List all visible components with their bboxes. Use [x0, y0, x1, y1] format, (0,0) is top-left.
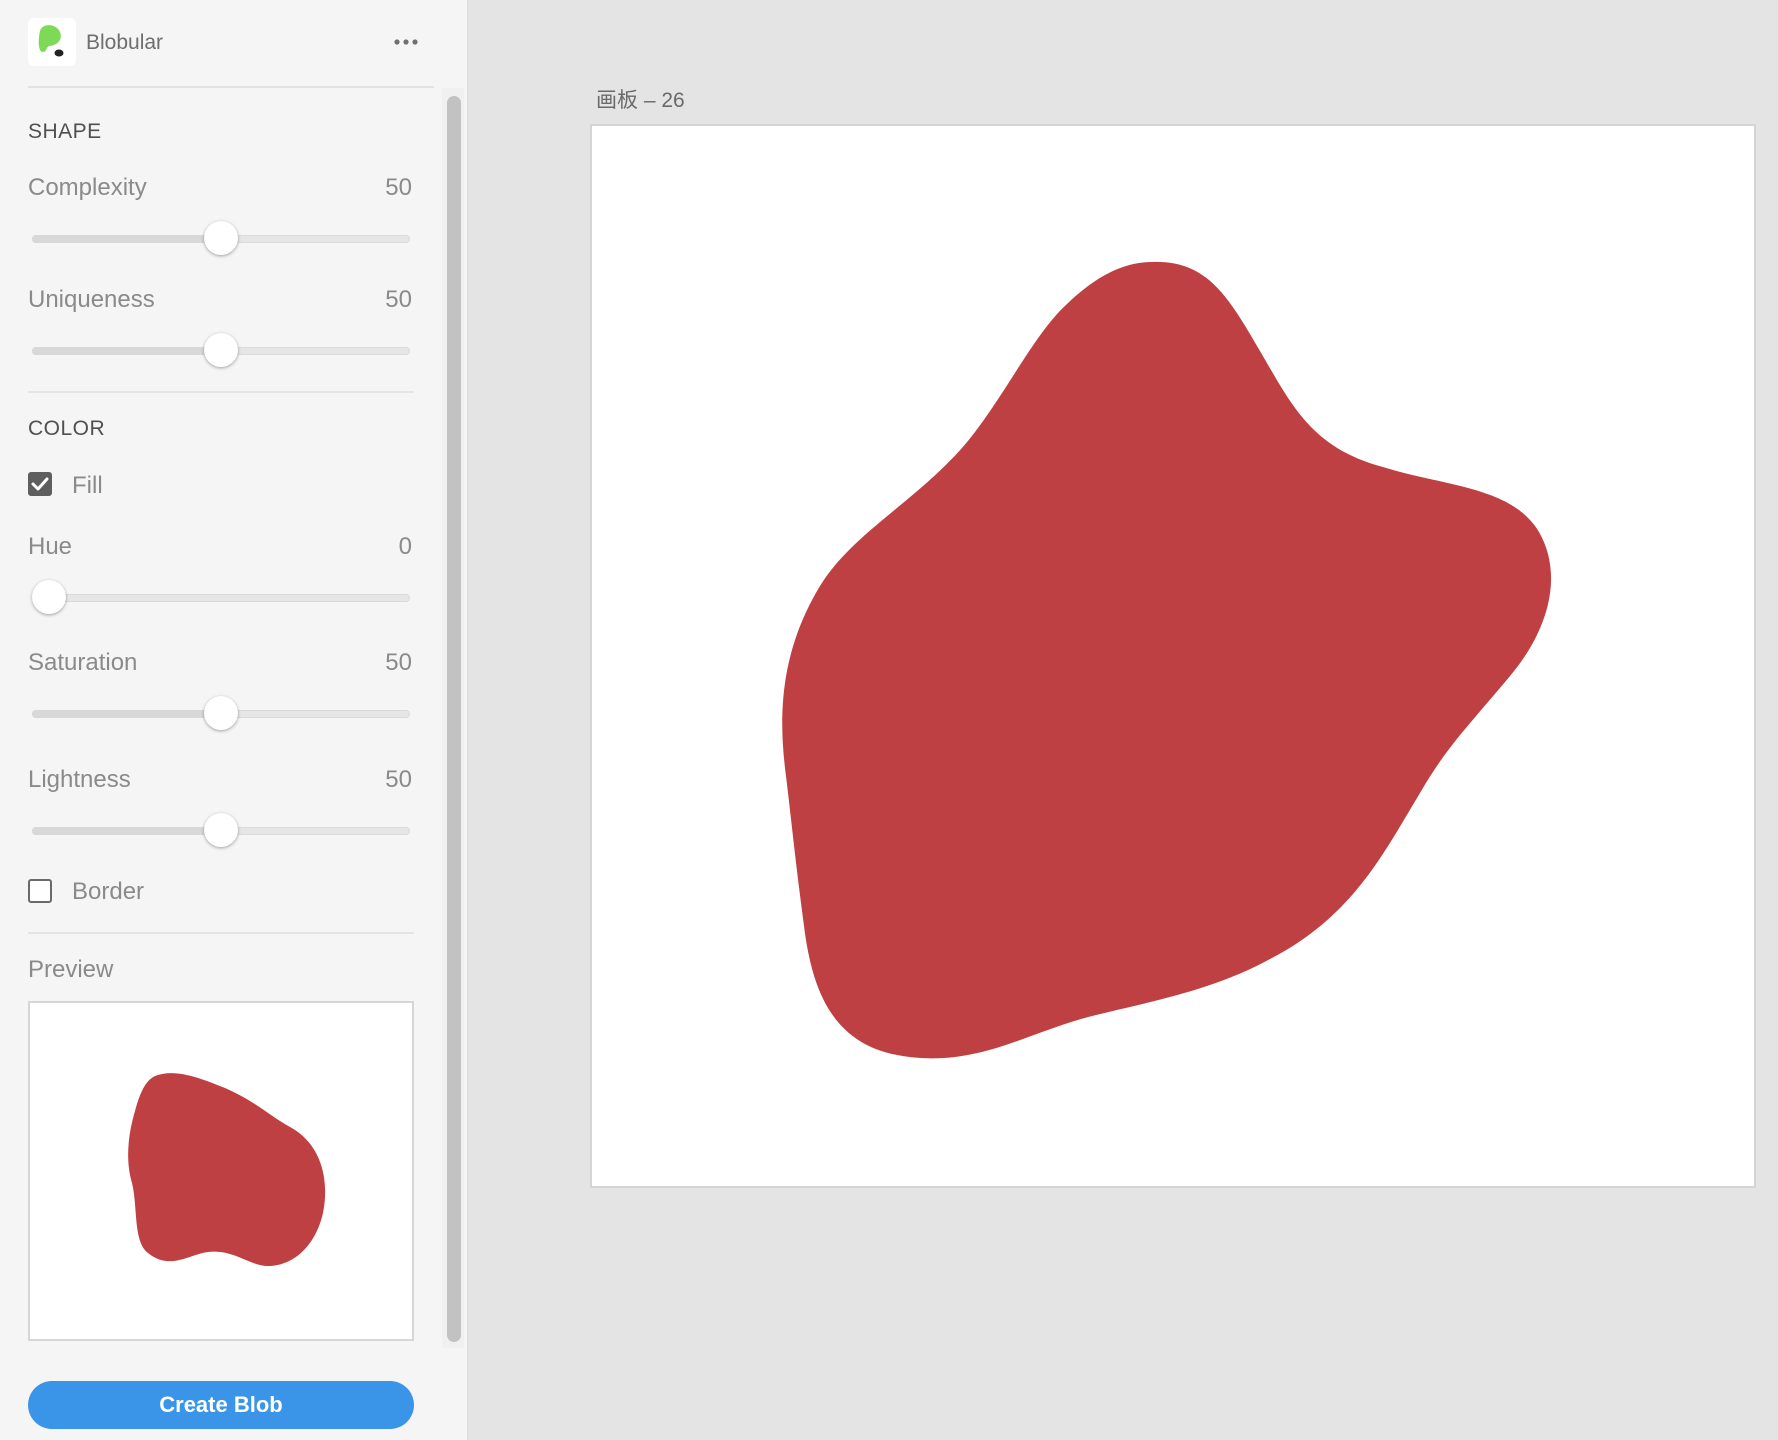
complexity-slider-thumb[interactable]: [204, 221, 238, 255]
saturation-slider[interactable]: [32, 696, 410, 730]
section-divider: [28, 391, 414, 393]
hue-label: Hue: [28, 533, 73, 560]
hue-value: 0: [398, 533, 412, 560]
plugin-name: Blobular: [86, 31, 164, 54]
border-label: Border: [72, 878, 145, 905]
preview-blob-shape: [128, 1073, 326, 1267]
saturation-slider-thumb[interactable]: [204, 696, 238, 730]
fill-checkbox[interactable]: [28, 472, 52, 496]
hue-slider-thumb[interactable]: [32, 580, 66, 614]
blobular-logo-icon: [28, 18, 76, 66]
complexity-slider[interactable]: [32, 221, 410, 255]
panel-header: Blobular: [28, 18, 434, 88]
color-section-title: COLOR: [28, 417, 106, 440]
uniqueness-slider-thumb[interactable]: [204, 333, 238, 367]
create-blob-button[interactable]: Create Blob: [28, 1381, 414, 1429]
artboard[interactable]: [590, 124, 1756, 1188]
lightness-slider[interactable]: [32, 813, 410, 847]
uniqueness-label: Uniqueness: [28, 286, 155, 313]
lightness-value: 50: [385, 766, 412, 793]
shape-section-title: SHAPE: [28, 120, 102, 143]
preview-blob: [128, 1073, 326, 1267]
section-divider: [28, 932, 414, 934]
main-blob-shape: [782, 261, 1552, 1059]
border-checkbox[interactable]: [28, 879, 52, 903]
hue-slider[interactable]: [32, 580, 410, 614]
fill-label: Fill: [72, 472, 103, 499]
lightness-slider-thumb[interactable]: [204, 813, 238, 847]
blob-canvas: [782, 261, 1552, 1059]
scrollbar-thumb[interactable]: [447, 96, 461, 1342]
complexity-value: 50: [385, 174, 412, 201]
preview-title: Preview: [28, 956, 114, 983]
saturation-label: Saturation: [28, 649, 138, 676]
uniqueness-slider[interactable]: [32, 333, 410, 367]
uniqueness-value: 50: [385, 286, 412, 313]
preview-box: [28, 1001, 414, 1341]
complexity-label: Complexity: [28, 174, 147, 201]
more-dots-icon: [394, 39, 418, 45]
saturation-value: 50: [385, 649, 412, 676]
checkmark-icon: [31, 477, 49, 491]
lightness-label: Lightness: [28, 766, 131, 793]
plugin-panel: Blobular SHAPE Complexity 50 Uniqueness …: [0, 0, 468, 1440]
more-options-button[interactable]: [388, 22, 424, 58]
artboard-label: 画板 – 26: [596, 89, 685, 112]
